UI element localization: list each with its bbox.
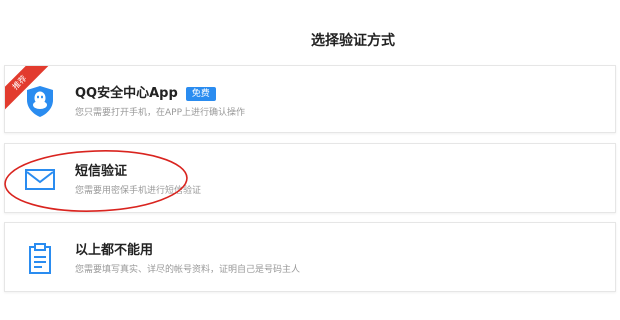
option-none-available[interactable]: 以上都不能用 您需要填写真实、详尽的帐号资料，证明自己是号码主人: [4, 222, 616, 292]
option-title-text: QQ安全中心App: [75, 86, 178, 101]
option-description: 您只需要打开手机，在APP上进行确认操作: [75, 108, 246, 118]
clipboard-icon: [29, 243, 51, 274]
option-description: 您需要用密保手机进行短信验证: [75, 186, 202, 196]
option-title: 以上都不能用: [75, 243, 154, 258]
option-description: 您需要填写真实、详尽的帐号资料，证明自己是号码主人: [75, 265, 301, 275]
envelope-icon: [25, 169, 55, 190]
option-sms-verification[interactable]: 短信验证 您需要用密保手机进行短信验证: [4, 143, 616, 213]
page-title: 选择验证方式: [311, 33, 395, 49]
qq-shield-icon: [27, 86, 53, 117]
option-qq-security-center[interactable]: 推荐 QQ安全中心App 免费 您只需要打开手机，在APP上进行确认操作: [4, 65, 616, 133]
option-title: QQ安全中心App 免费: [75, 86, 216, 102]
free-badge: 免费: [185, 87, 216, 101]
option-title: 短信验证: [75, 164, 128, 179]
